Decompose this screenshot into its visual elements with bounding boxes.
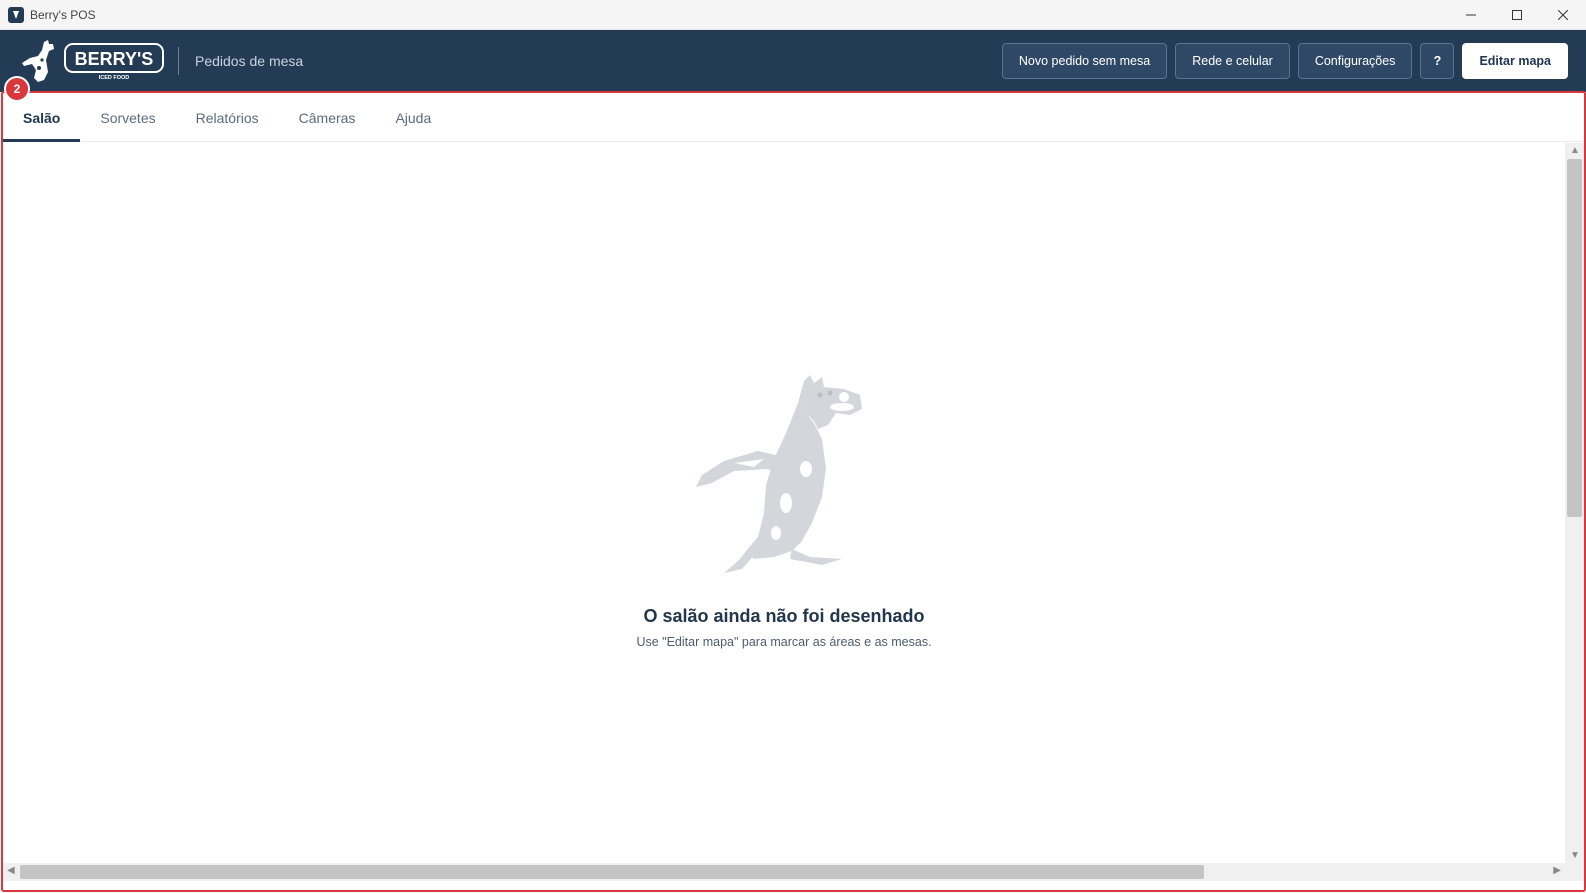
floor-map-canvas[interactable]: O salão ainda não foi desenhado Use "Edi… <box>3 143 1565 863</box>
app-icon <box>8 6 24 23</box>
horizontal-scrollbar[interactable]: ◀ ▶ <box>3 863 1565 881</box>
empty-state-title: O salão ainda não foi desenhado <box>643 606 925 626</box>
new-order-button[interactable]: Novo pedido sem mesa <box>1001 43 1168 79</box>
svg-text:ICED FOOD: ICED FOOD <box>99 75 130 81</box>
tab-ajuda[interactable]: Ajuda <box>375 94 451 141</box>
window-controls <box>1448 0 1586 30</box>
vertical-scroll-thumb[interactable] <box>1567 159 1582 517</box>
close-icon[interactable] <box>1540 0 1586 30</box>
annotation-badge: 2 <box>4 76 30 102</box>
scroll-down-icon[interactable]: ▼ <box>1570 850 1580 861</box>
network-button[interactable]: Rede e celular <box>1175 43 1290 79</box>
scroll-left-icon[interactable]: ◀ <box>7 865 15 876</box>
tab-bar: Salão Sorvetes Relatórios Câmeras Ajuda <box>3 94 1585 142</box>
scroll-up-icon[interactable]: ▲ <box>1570 145 1580 156</box>
svg-text:BERRY'S: BERRY'S <box>75 49 154 69</box>
app-header: BERRY'S ICED FOOD Pedidos de mesa Novo p… <box>0 30 1586 92</box>
header-divider <box>178 47 179 75</box>
minimize-icon[interactable] <box>1448 0 1494 30</box>
brand-logo: BERRY'S ICED FOOD <box>64 43 164 81</box>
brand: BERRY'S ICED FOOD <box>18 30 164 92</box>
page-title: Pedidos de mesa <box>195 53 304 69</box>
edit-map-button[interactable]: Editar mapa <box>1462 43 1568 79</box>
scroll-right-icon[interactable]: ▶ <box>1553 865 1561 876</box>
window-title: Berry's POS <box>30 7 96 22</box>
tab-cameras[interactable]: Câmeras <box>279 94 376 141</box>
vertical-scrollbar[interactable]: ▲ ▼ <box>1565 143 1584 863</box>
help-button[interactable]: ? <box>1420 43 1455 79</box>
empty-state: O salão ainda não foi desenhado Use "Edi… <box>3 373 1565 649</box>
tab-sorvetes[interactable]: Sorvetes <box>80 94 175 141</box>
settings-button[interactable]: Configurações <box>1297 43 1413 79</box>
header-actions: Novo pedido sem mesa Rede e celular Conf… <box>1001 43 1568 79</box>
tab-relatorios[interactable]: Relatórios <box>176 94 279 141</box>
empty-state-subtitle: Use "Editar mapa" para marcar as áreas e… <box>636 635 932 649</box>
window-titlebar: Berry's POS <box>0 0 1586 30</box>
scrollbar-corner <box>1565 863 1584 881</box>
horizontal-scroll-thumb[interactable] <box>20 865 1204 879</box>
cow-mascot-illustration <box>696 375 862 573</box>
maximize-icon[interactable] <box>1494 0 1540 30</box>
